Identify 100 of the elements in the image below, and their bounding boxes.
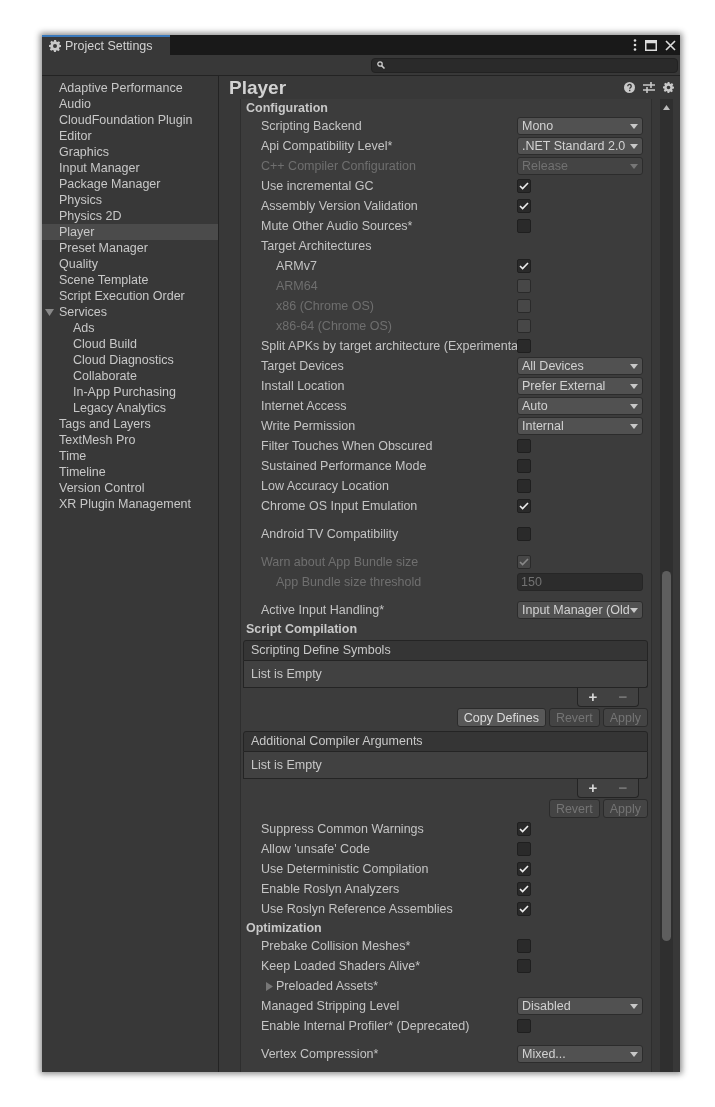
sidebar-item[interactable]: Audio bbox=[42, 96, 218, 112]
sidebar-item[interactable]: Physics bbox=[42, 192, 218, 208]
sidebar-item[interactable]: In-App Purchasing bbox=[42, 384, 218, 400]
section-title: Script Compilation bbox=[245, 621, 359, 637]
setting-label: Enable Roslyn Analyzers bbox=[261, 882, 401, 896]
setting-label: Api Compatibility Level* bbox=[261, 139, 394, 153]
section-title: Configuration bbox=[245, 100, 329, 116]
scrollbar[interactable] bbox=[660, 99, 673, 1072]
sidebar-item[interactable]: Editor bbox=[42, 128, 218, 144]
add-button[interactable]: + bbox=[585, 690, 601, 704]
sidebar-item[interactable]: Ads bbox=[42, 320, 218, 336]
maximize-icon[interactable] bbox=[645, 39, 657, 51]
caret-icon bbox=[630, 363, 638, 369]
add-button[interactable]: + bbox=[585, 781, 601, 795]
window-tab[interactable]: Project Settings bbox=[42, 35, 170, 55]
setting-label: Active Input Handling* bbox=[261, 603, 385, 617]
setting-label: Internet Access bbox=[261, 399, 348, 413]
sidebar-item[interactable]: Preset Manager bbox=[42, 240, 218, 256]
checkbox[interactable] bbox=[517, 199, 531, 213]
sidebar-item[interactable]: Legacy Analytics bbox=[42, 400, 218, 416]
checkbox[interactable] bbox=[517, 882, 531, 896]
sidebar-item[interactable]: Physics 2D bbox=[42, 208, 218, 224]
sidebar-item[interactable]: Script Execution Order bbox=[42, 288, 218, 304]
sidebar-item[interactable]: Input Manager bbox=[42, 160, 218, 176]
checkbox[interactable] bbox=[517, 439, 531, 453]
setting-label: Vertex Compression* bbox=[261, 1047, 380, 1061]
scroll-thumb[interactable] bbox=[662, 571, 671, 941]
empty-list-text: List is Empty bbox=[251, 667, 322, 681]
sidebar-item[interactable]: Services bbox=[42, 304, 218, 320]
checkbox[interactable] bbox=[517, 339, 531, 353]
caret-icon bbox=[630, 123, 638, 129]
action-button[interactable]: Copy Defines bbox=[456, 708, 546, 727]
setting-label: Use incremental GC bbox=[261, 179, 375, 193]
dropdown[interactable]: Auto bbox=[517, 397, 643, 415]
setting-label: Scripting Backend bbox=[261, 119, 363, 133]
dropdown[interactable]: Disabled bbox=[517, 997, 643, 1015]
caret-icon bbox=[630, 383, 638, 389]
dropdown[interactable]: Internal bbox=[517, 417, 643, 435]
checkbox[interactable] bbox=[517, 939, 531, 953]
checkbox[interactable] bbox=[517, 822, 531, 836]
sidebar-item[interactable]: Time bbox=[42, 448, 218, 464]
caret-icon[interactable] bbox=[45, 308, 54, 316]
sidebar-item[interactable]: Collaborate bbox=[42, 368, 218, 384]
setting-label: Keep Loaded Shaders Alive* bbox=[261, 959, 422, 973]
checkbox[interactable] bbox=[517, 179, 531, 193]
dropdown[interactable]: Prefer External bbox=[517, 377, 643, 395]
sliders-icon[interactable] bbox=[643, 82, 655, 93]
settings-icon[interactable] bbox=[663, 82, 674, 93]
setting-label: Managed Stripping Level bbox=[261, 999, 401, 1013]
sidebar-item[interactable]: Timeline bbox=[42, 464, 218, 480]
sidebar-item[interactable]: Graphics bbox=[42, 144, 218, 160]
sidebar-item[interactable]: Cloud Build bbox=[42, 336, 218, 352]
checkbox[interactable] bbox=[517, 259, 531, 273]
expand-arrow-icon[interactable] bbox=[266, 982, 273, 991]
checkbox[interactable] bbox=[517, 219, 531, 233]
dropdown[interactable]: All Devices bbox=[517, 357, 643, 375]
setting-label: Sustained Performance Mode bbox=[261, 459, 428, 473]
dropdown[interactable]: Mono bbox=[517, 117, 643, 135]
setting-label: Mute Other Audio Sources* bbox=[261, 219, 414, 233]
sidebar-item[interactable]: TextMesh Pro bbox=[42, 432, 218, 448]
sidebar-item[interactable]: Cloud Diagnostics bbox=[42, 352, 218, 368]
sidebar-item[interactable]: CloudFoundation Plugin bbox=[42, 112, 218, 128]
setting-label: Target Devices bbox=[261, 359, 345, 373]
setting-label: Allow 'unsafe' Code bbox=[261, 842, 371, 856]
setting-label: Assembly Version Validation bbox=[261, 199, 419, 213]
caret-icon bbox=[630, 403, 638, 409]
checkbox[interactable] bbox=[517, 842, 531, 856]
checkbox[interactable] bbox=[517, 499, 531, 513]
setting-label: Prebake Collision Meshes* bbox=[261, 939, 412, 953]
sidebar-item[interactable]: Adaptive Performance bbox=[42, 80, 218, 96]
setting-label: Use Deterministic Compilation bbox=[261, 862, 430, 876]
search-field[interactable] bbox=[371, 57, 678, 73]
checkbox[interactable] bbox=[517, 862, 531, 876]
setting-label: Write Permission bbox=[261, 419, 357, 433]
checkbox[interactable] bbox=[517, 902, 531, 916]
more-options-icon[interactable] bbox=[633, 39, 637, 51]
setting-label: Use Roslyn Reference Assemblies bbox=[261, 902, 454, 916]
checkbox[interactable] bbox=[517, 1019, 531, 1033]
checkbox[interactable] bbox=[517, 527, 531, 541]
checkbox[interactable] bbox=[517, 959, 531, 973]
section-title: Optimization bbox=[245, 920, 323, 936]
setting-label: Low Accuracy Location bbox=[261, 479, 390, 493]
sidebar-item[interactable]: Package Manager bbox=[42, 176, 218, 192]
scroll-up-icon[interactable] bbox=[663, 105, 670, 110]
dropdown[interactable]: .NET Standard 2.0 bbox=[517, 137, 643, 155]
help-icon[interactable] bbox=[624, 82, 635, 93]
checkbox[interactable] bbox=[517, 479, 531, 493]
dropdown[interactable]: Input Manager (Old bbox=[517, 601, 643, 619]
sidebar-item[interactable]: Scene Template bbox=[42, 272, 218, 288]
checkbox[interactable] bbox=[517, 459, 531, 473]
sidebar-item[interactable]: Player bbox=[42, 224, 218, 240]
sidebar-item[interactable]: Version Control bbox=[42, 480, 218, 496]
setting-label: Chrome OS Input Emulation bbox=[261, 499, 419, 513]
empty-list-text: List is Empty bbox=[251, 758, 322, 772]
dropdown[interactable]: Mixed... bbox=[517, 1045, 643, 1063]
caret-icon bbox=[630, 607, 638, 613]
sidebar-item[interactable]: XR Plugin Management bbox=[42, 496, 218, 512]
sidebar-item[interactable]: Quality bbox=[42, 256, 218, 272]
sidebar-item[interactable]: Tags and Layers bbox=[42, 416, 218, 432]
close-icon[interactable] bbox=[665, 39, 676, 51]
